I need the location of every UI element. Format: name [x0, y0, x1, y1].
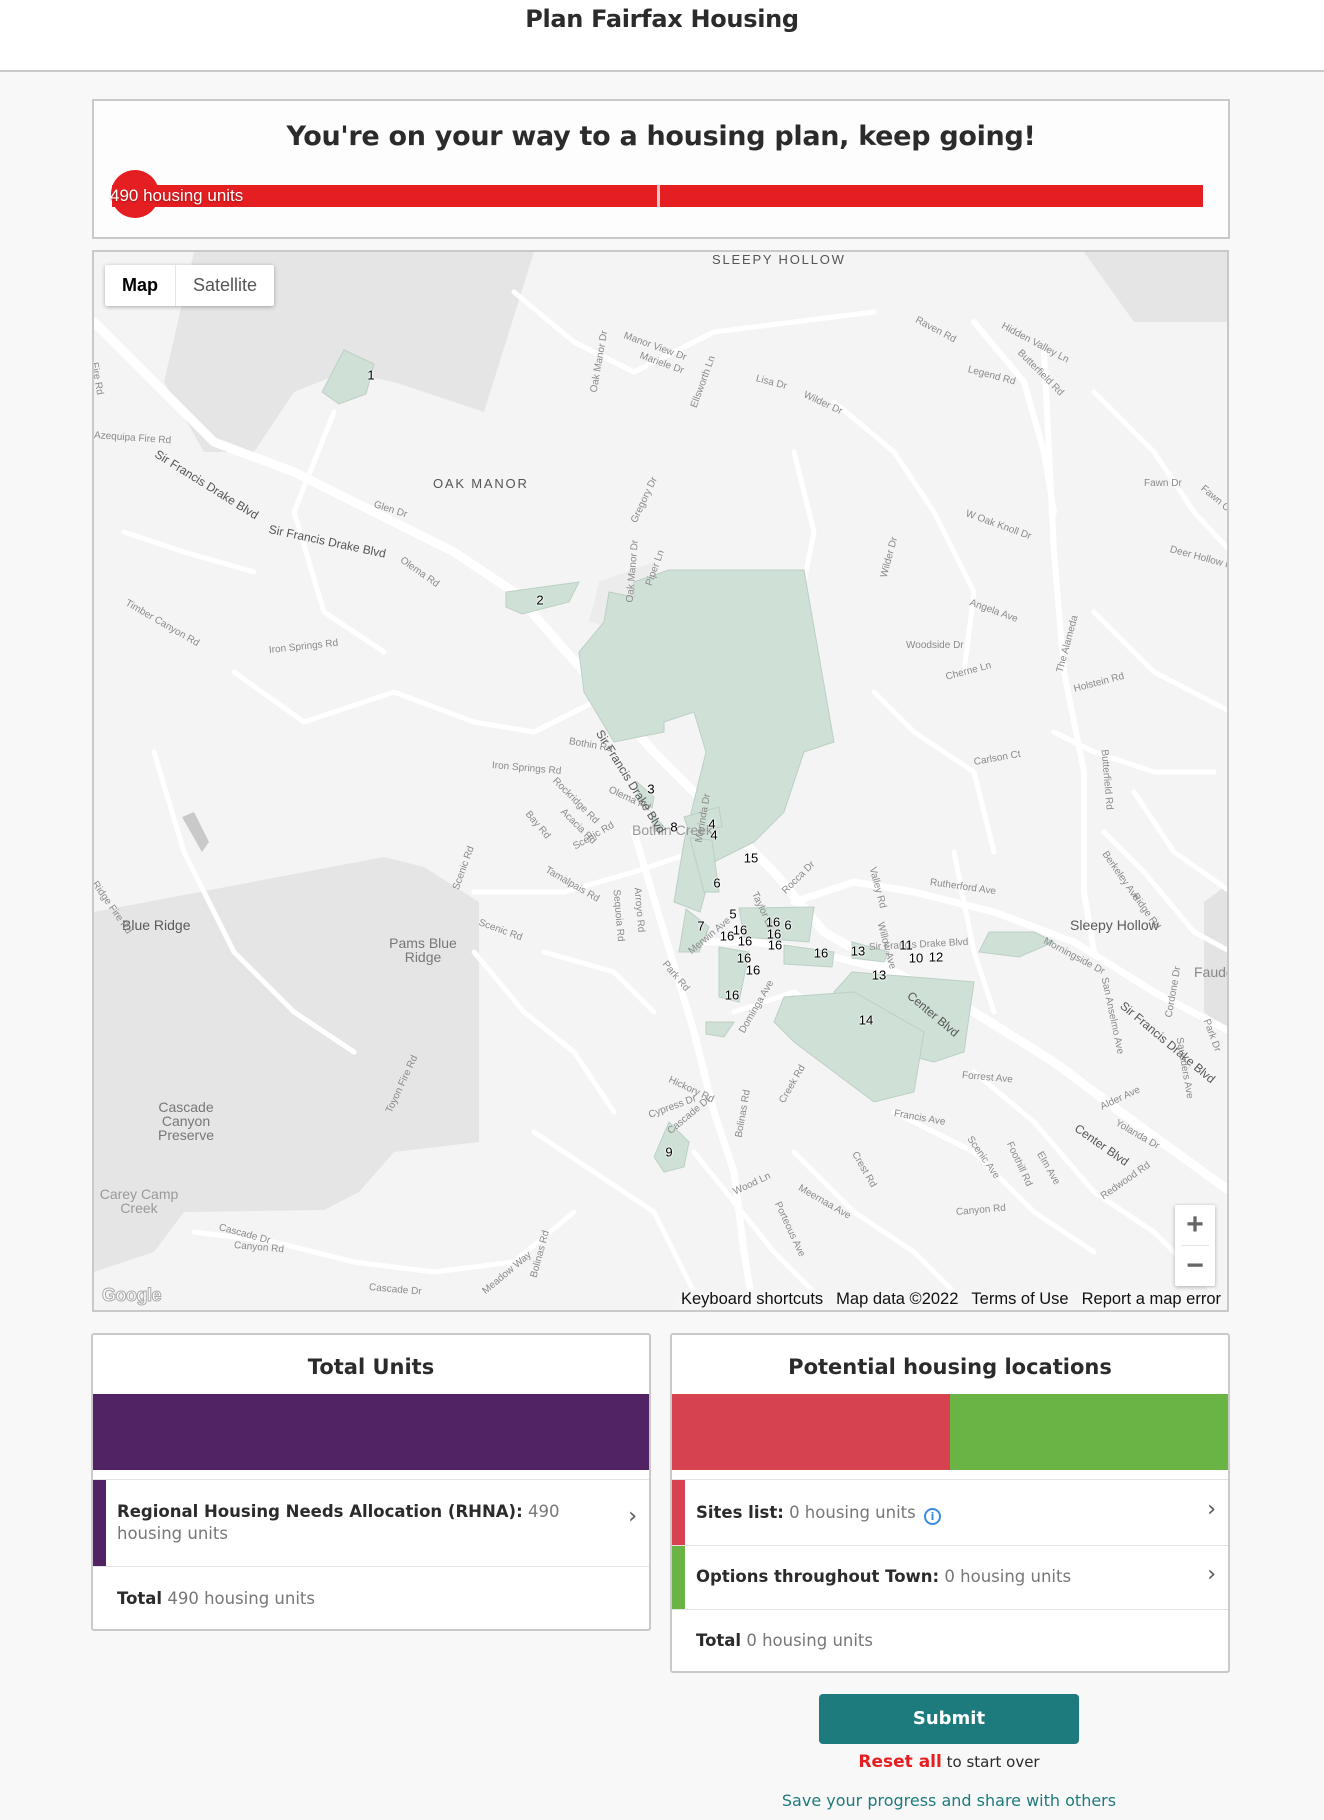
site-marker[interactable]: 7: [697, 919, 704, 934]
site-marker[interactable]: 13: [872, 968, 886, 983]
site-marker[interactable]: 9: [665, 1145, 672, 1160]
site-marker[interactable]: 16: [725, 988, 739, 1003]
rhna-bar-segment: [93, 1394, 649, 1470]
options-town-value: 0 housing units: [944, 1567, 1072, 1586]
total-label: Total: [117, 1589, 163, 1608]
site-marker[interactable]: 12: [929, 950, 943, 965]
place-label: SLEEPY HOLLOW: [712, 252, 846, 267]
site-marker[interactable]: 16: [768, 938, 782, 953]
place-label: Carey Camp Creek: [99, 1186, 179, 1216]
rhna-label: Regional Housing Needs Allocation (RHNA)…: [117, 1502, 523, 1521]
site-marker[interactable]: 14: [859, 1013, 873, 1028]
site-16d: [705, 1021, 735, 1038]
total-text: Total 0 housing units: [696, 1631, 873, 1650]
total-value: 490 housing units: [167, 1589, 315, 1608]
reset-suffix: to start over: [941, 1753, 1040, 1771]
options-town-row-text: Options throughout Town: 0 housing units: [696, 1566, 1188, 1588]
site-marker[interactable]: 16: [738, 934, 752, 949]
site-marker[interactable]: 6: [713, 876, 720, 891]
site-marker[interactable]: 4: [710, 828, 717, 843]
place-label: Faude: [1194, 964, 1227, 980]
site-marker[interactable]: 16: [746, 963, 760, 978]
google-logo: Google: [102, 1285, 163, 1306]
sites-list-bar-segment: [672, 1394, 950, 1470]
street-label: Fawn Dr: [1144, 478, 1182, 489]
options-town-bar-segment: [950, 1394, 1228, 1470]
place-label: Pams Blue Ridge: [389, 935, 457, 965]
site-marker[interactable]: 10: [909, 951, 923, 966]
sites-list-value: 0 housing units: [789, 1503, 916, 1522]
reset-all-link[interactable]: Reset all: [858, 1752, 941, 1772]
chevron-right-icon[interactable]: ›: [628, 1504, 637, 1529]
zoom-in-button[interactable]: +: [1175, 1205, 1215, 1245]
site-marker[interactable]: 6: [784, 918, 791, 933]
chevron-right-icon[interactable]: ›: [1207, 1562, 1216, 1587]
total-label: Total: [696, 1631, 742, 1650]
map-type-satellite-button[interactable]: Satellite: [176, 265, 274, 306]
reset-line: Reset all to start over: [669, 1752, 1229, 1772]
site-marker[interactable]: 13: [851, 944, 865, 959]
progress-label: 490 housing units: [110, 186, 244, 205]
map-data-label: Map data ©2022: [836, 1290, 959, 1308]
zoom-control: + −: [1175, 1205, 1215, 1286]
chevron-right-icon[interactable]: ›: [1207, 1497, 1216, 1522]
zoom-out-button[interactable]: −: [1175, 1246, 1215, 1286]
locations-title: Potential housing locations: [788, 1355, 1112, 1379]
map-base-layer: [94, 252, 1227, 1310]
map-attribution: Keyboard shortcuts Map data ©2022 Terms …: [675, 1290, 1221, 1310]
page-header: Plan Fairfax Housing: [0, 0, 1324, 72]
rhna-color-stripe: [93, 1480, 106, 1566]
options-town-row[interactable]: Options throughout Town: 0 housing units…: [672, 1545, 1228, 1609]
total-units-bar: [93, 1394, 649, 1470]
progress-card: You're on your way to a housing plan, ke…: [92, 99, 1230, 239]
progress-heading: You're on your way to a housing plan, ke…: [286, 121, 1036, 152]
site-marker[interactable]: 15: [744, 851, 758, 866]
info-icon[interactable]: i: [924, 1508, 941, 1525]
site-marker[interactable]: 2: [536, 593, 543, 608]
page-title: Plan Fairfax Housing: [525, 5, 799, 33]
rhna-row[interactable]: Regional Housing Needs Allocation (RHNA)…: [93, 1479, 649, 1566]
park-area: [182, 812, 209, 852]
locations-bar: [672, 1394, 1228, 1470]
rhna-row-text: Regional Housing Needs Allocation (RHNA)…: [117, 1501, 609, 1545]
site-marker[interactable]: 5: [729, 907, 736, 922]
progress-fill-right: [660, 185, 1203, 207]
submit-button[interactable]: Submit: [819, 1694, 1079, 1744]
park-area: [1204, 884, 1227, 1030]
total-text: Total 490 housing units: [117, 1589, 315, 1608]
street-label: Woodside Dr: [906, 640, 964, 651]
options-town-label: Options throughout Town:: [696, 1567, 940, 1586]
total-units-title: Total Units: [307, 1355, 435, 1379]
map-type-control: Map Satellite: [105, 265, 275, 306]
options-town-color-stripe: [672, 1546, 685, 1609]
save-progress-link[interactable]: Save your progress and share with others: [669, 1791, 1229, 1810]
site-marker[interactable]: 1: [367, 368, 374, 383]
locations-panel: Potential housing locations Sites list: …: [670, 1333, 1230, 1673]
keyboard-shortcuts-link[interactable]: Keyboard shortcuts: [681, 1290, 823, 1310]
place-label: Cascade Canyon Preserve: [157, 1099, 215, 1143]
map[interactable]: SLEEPY HOLLOW OAK MANOR Blue Ridge Pams …: [92, 250, 1229, 1312]
total-units-panel: Total Units Regional Housing Needs Alloc…: [91, 1333, 651, 1631]
report-map-error-link[interactable]: Report a map error: [1082, 1290, 1221, 1310]
progress-bar: [112, 185, 1203, 207]
map-type-map-button[interactable]: Map: [105, 265, 176, 306]
park-area: [1084, 252, 1227, 322]
sites-list-label: Sites list:: [696, 1503, 784, 1522]
sites-list-row[interactable]: Sites list: 0 housing units i ›: [672, 1479, 1228, 1545]
sites-list-color-stripe: [672, 1480, 685, 1545]
terms-of-use-link[interactable]: Terms of Use: [971, 1290, 1068, 1310]
locations-total-row: Total 0 housing units: [672, 1609, 1228, 1673]
site-marker[interactable]: 3: [647, 782, 654, 797]
sites-list-row-text: Sites list: 0 housing units i: [696, 1502, 1188, 1525]
total-units-total-row: Total 490 housing units: [93, 1566, 649, 1631]
site-marker[interactable]: 8: [670, 820, 677, 835]
site-marker[interactable]: 16: [814, 946, 828, 961]
total-value: 0 housing units: [746, 1631, 874, 1650]
place-label: OAK MANOR: [433, 476, 529, 491]
